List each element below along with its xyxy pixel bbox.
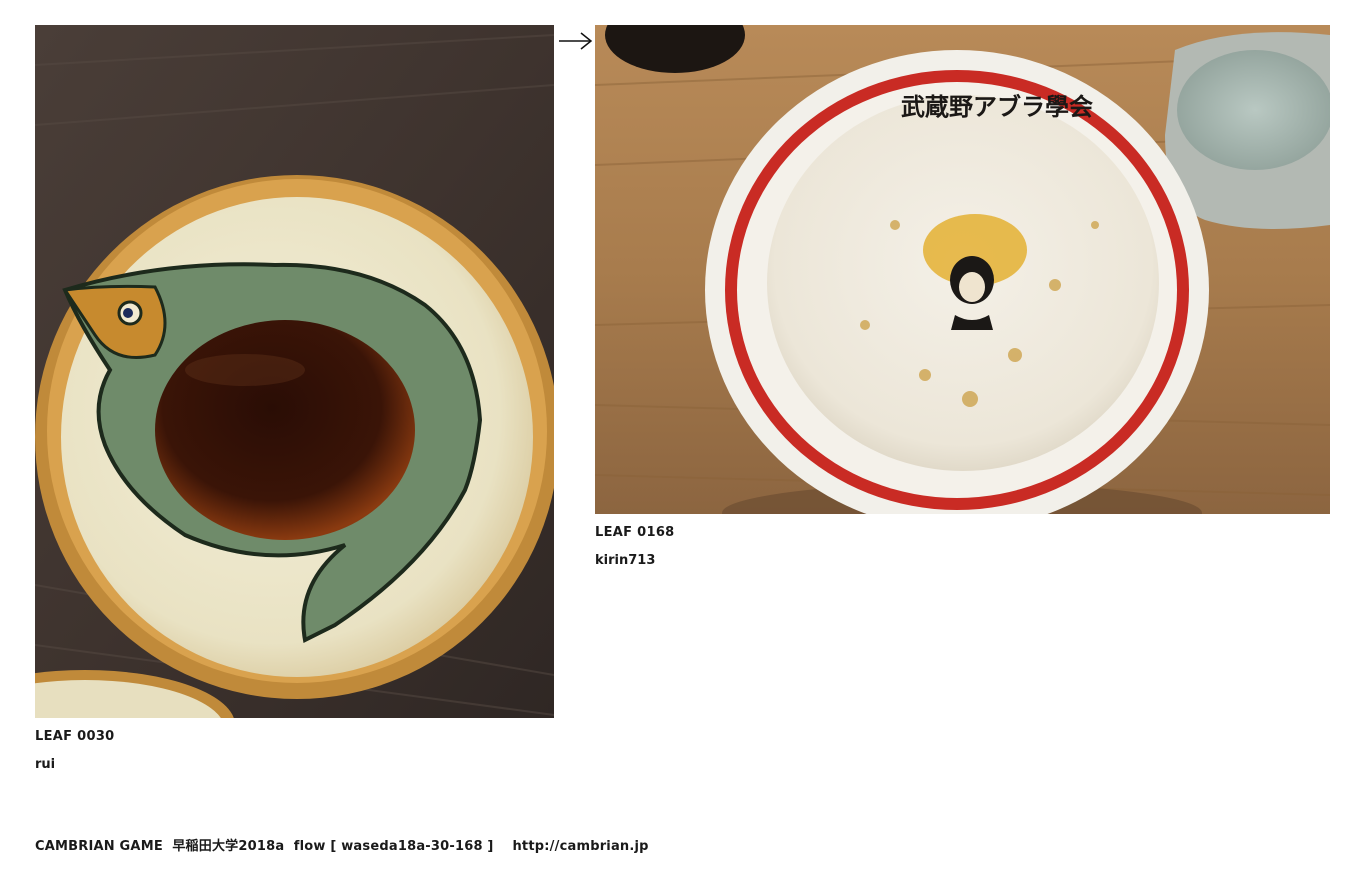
footer-credits[interactable]: CAMBRIAN GAME 早稲田大学2018a flow [ waseda18… bbox=[35, 838, 649, 856]
leaf-photo-fish-plate[interactable] bbox=[35, 25, 554, 718]
bowl-image: 武蔵野アブラ學会 bbox=[595, 25, 1330, 514]
leaf-author[interactable]: rui bbox=[35, 757, 554, 773]
leaf-card-0030: LEAF 0030 rui bbox=[35, 25, 554, 773]
leaf-card-0168: 武蔵野アブラ學会 LEAF 0168 kirin713 bbox=[595, 25, 1330, 569]
leaf-author[interactable]: kirin713 bbox=[595, 553, 1330, 569]
leaf-id-label[interactable]: LEAF 0030 bbox=[35, 729, 554, 745]
right-arrow-icon bbox=[559, 32, 593, 50]
leaf-id-label[interactable]: LEAF 0168 bbox=[595, 525, 1330, 541]
bowl-inscription: 武蔵野アブラ學会 bbox=[901, 93, 1093, 121]
leaf-photo-bowl[interactable]: 武蔵野アブラ學会 bbox=[595, 25, 1330, 514]
fish-plate-image bbox=[35, 25, 554, 718]
